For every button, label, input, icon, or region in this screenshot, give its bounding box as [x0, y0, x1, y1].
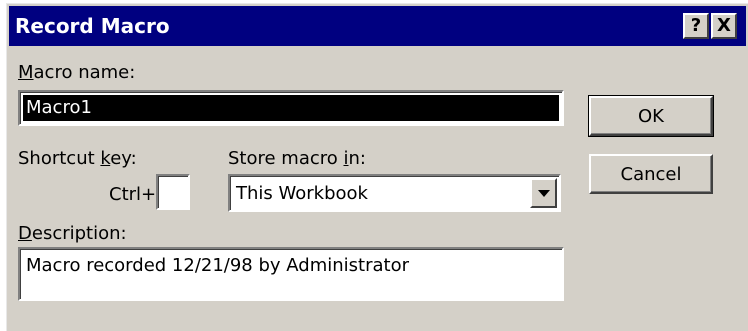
macro-name-value: Macro1: [26, 97, 92, 118]
description-label-rest: escription:: [31, 223, 127, 244]
help-icon[interactable]: ?: [683, 13, 709, 39]
close-icon[interactable]: X: [711, 13, 737, 39]
description-field[interactable]: Macro recorded 12/21/98 by Administrator: [18, 247, 564, 301]
ok-button[interactable]: OK: [588, 95, 714, 137]
dialog-title: Record Macro: [15, 14, 170, 38]
macro-name-label: Macro name:: [18, 62, 136, 83]
title-bar[interactable]: Record Macro ? X: [9, 6, 746, 46]
macro-name-field[interactable]: Macro1: [18, 90, 564, 126]
macro-name-label-rest: acro name:: [33, 62, 136, 83]
store-macro-label: Store macro in:: [228, 148, 366, 169]
cancel-button[interactable]: Cancel: [589, 154, 713, 194]
store-macro-dropdown[interactable]: This Workbook: [228, 174, 561, 212]
macro-name-selection: [23, 95, 559, 121]
shortcut-key-input[interactable]: [156, 174, 190, 210]
description-value: Macro recorded 12/21/98 by Administrator: [26, 255, 409, 276]
dropdown-arrow-icon[interactable]: [530, 178, 557, 208]
shortcut-key-label: Shortcut key:: [18, 148, 137, 169]
dropdown-arrow-glyph: [537, 190, 550, 197]
description-label: Description:: [18, 223, 127, 244]
record-macro-dialog: Record Macro ? X Macro name: Macro1 Shor…: [6, 3, 748, 331]
ctrl-prefix: Ctrl+: [109, 184, 157, 205]
store-macro-value: This Workbook: [236, 183, 368, 204]
